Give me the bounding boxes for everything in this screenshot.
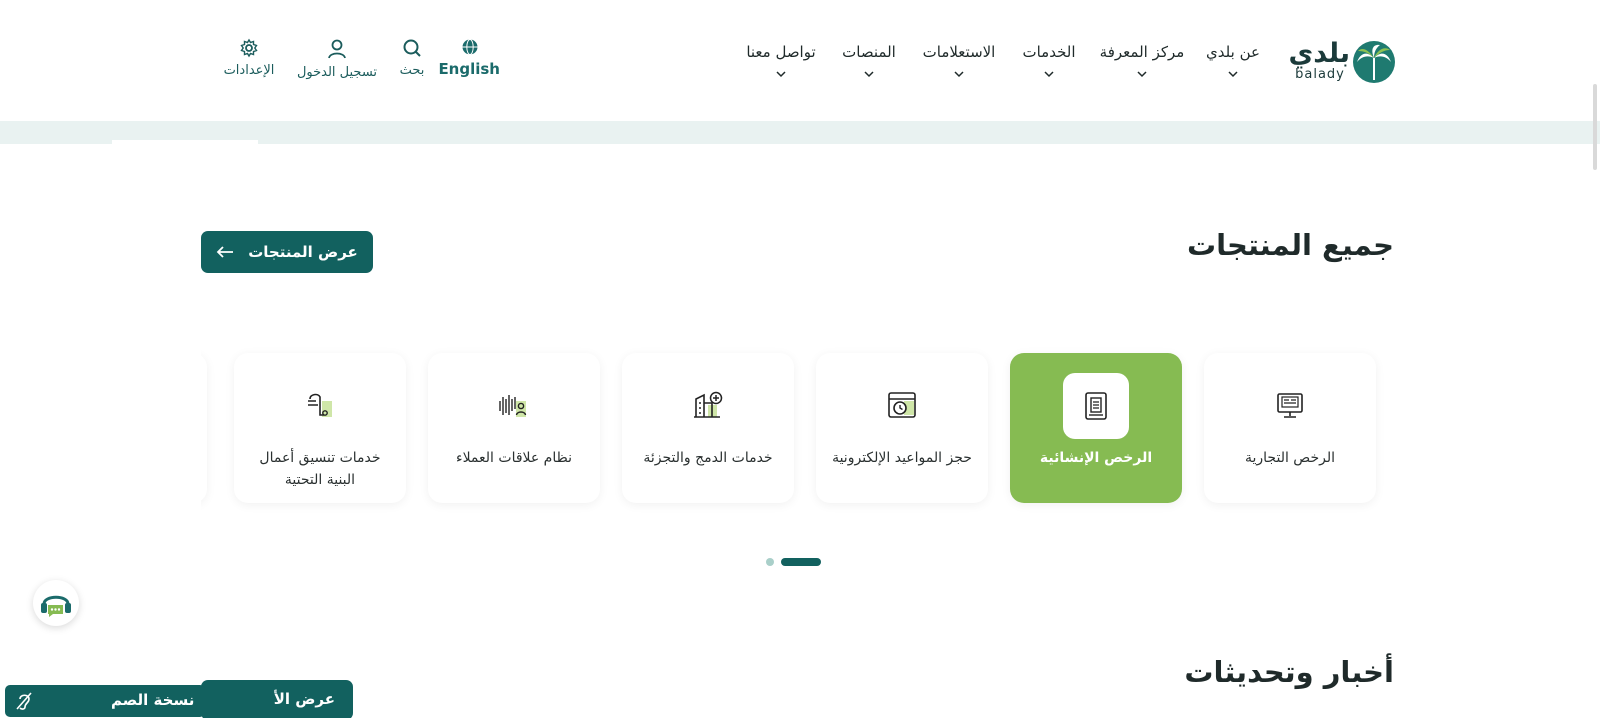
arrow-left-icon: [216, 246, 234, 258]
product-card-label: الرخص الإنشائية: [1039, 450, 1153, 466]
product-card-construction-licenses[interactable]: الرخص الإنشائية: [1010, 353, 1182, 503]
product-card-label: خدمات الدمج والتجزئة: [643, 450, 773, 466]
balady-logo[interactable]: بلدي balady: [1288, 38, 1395, 88]
nav-item-about[interactable]: عن بلدي: [1204, 40, 1262, 80]
chevron-down-icon: [864, 71, 874, 78]
nav-label: المنصات: [842, 43, 896, 61]
view-products-button[interactable]: عرض المنتجات: [201, 231, 373, 273]
pagination-dot[interactable]: [766, 558, 774, 566]
view-news-label: عرض الأ: [273, 690, 335, 708]
products-section-title: جميع المنتجات: [1187, 228, 1394, 262]
product-card-label: حجز المواعيد الإلكترونية: [832, 450, 972, 466]
nav-label: مركز المعرفة: [1099, 43, 1185, 61]
chevron-down-icon: [1044, 71, 1054, 78]
user-icon: [328, 39, 346, 59]
nav-item-services[interactable]: الخدمات: [1017, 40, 1081, 80]
view-news-button[interactable]: عرض الأ: [201, 680, 353, 718]
hearing-impaired-icon: [16, 692, 32, 710]
nav-item-inquiries[interactable]: الاستعلامات: [915, 40, 1003, 80]
product-card-appointments[interactable]: حجز المواعيد الإلكترونية: [816, 353, 988, 503]
logo-arabic: بلدي: [1288, 38, 1350, 69]
deaf-version-label: نسخة الصم: [111, 691, 195, 709]
language-switch[interactable]: English: [438, 38, 500, 78]
commercial-license-icon: [1277, 393, 1303, 418]
deaf-version-toggle[interactable]: نسخة الصم: [5, 685, 205, 717]
page: بلدي balady عن بلدي مركز المعرفة الخدمات: [0, 0, 1600, 718]
construction-license-icon: [1085, 392, 1107, 420]
product-card-customer-relations[interactable]: نظام علاقات العملاء: [428, 353, 600, 503]
header-divider-notch: [112, 140, 258, 144]
product-card-label: خدمات تنسيق أعمال البنية التحتية: [259, 450, 381, 488]
login-label: تسجيل الدخول: [296, 65, 378, 80]
nav-item-knowledge-center[interactable]: مركز المعرفة: [1098, 40, 1186, 80]
gear-icon: [240, 38, 258, 58]
pagination-dot-active[interactable]: [781, 558, 821, 566]
chevron-down-icon: [776, 71, 786, 78]
logo-text: بلدي balady: [1288, 38, 1350, 82]
nav-label: تواصل معنا: [746, 43, 816, 61]
product-card-label: الرخص التجارية: [1245, 450, 1335, 466]
merge-split-building-icon: [694, 391, 723, 418]
product-card-infrastructure[interactable]: خدمات تنسيق أعمال البنية التحتية: [234, 353, 406, 503]
product-card-merge-split[interactable]: خدمات الدمج والتجزئة: [622, 353, 794, 503]
search-label: بحث: [399, 63, 425, 78]
nav-label: عن بلدي: [1206, 43, 1260, 61]
products-carousel[interactable]: خدمات تنسيق أعمال البنية التحتية نظام عل…: [201, 340, 1399, 520]
language-label: English: [438, 60, 500, 78]
support-chat-button[interactable]: [33, 580, 79, 626]
site-header: بلدي balady عن بلدي مركز المعرفة الخدمات: [0, 0, 1600, 121]
chevron-down-icon: [954, 71, 964, 78]
product-card-commercial-licenses[interactable]: الرخص التجارية: [1204, 353, 1376, 503]
nav-item-platforms[interactable]: المنصات: [835, 40, 903, 80]
settings-label: الإعدادات: [223, 63, 275, 78]
login-button[interactable]: تسجيل الدخول: [294, 38, 380, 80]
appointment-booking-icon: [888, 392, 916, 418]
support-chat-icon: [41, 595, 71, 617]
logo-latin: balady: [1295, 67, 1345, 82]
nav-label: الاستعلامات: [922, 43, 996, 61]
nav-label: الخدمات: [1022, 43, 1076, 61]
infrastructure-coordination-icon: [308, 393, 332, 417]
product-card-partial[interactable]: [201, 353, 207, 503]
search-icon: [403, 39, 421, 57]
search-button[interactable]: بحث: [392, 38, 432, 78]
palm-logo-icon: [1353, 41, 1395, 83]
view-products-label: عرض المنتجات: [248, 243, 358, 261]
chevron-down-icon: [1137, 71, 1147, 78]
customer-relations-icon: [499, 395, 527, 417]
settings-button[interactable]: الإعدادات: [220, 38, 278, 78]
nav-item-contact[interactable]: تواصل معنا: [738, 40, 824, 80]
chevron-down-icon: [1228, 71, 1238, 78]
news-section-title: أخبار وتحديثات: [1184, 655, 1394, 689]
page-scrollbar[interactable]: [1593, 84, 1597, 170]
product-card-label: نظام علاقات العملاء: [456, 450, 572, 466]
globe-icon: [462, 39, 478, 55]
